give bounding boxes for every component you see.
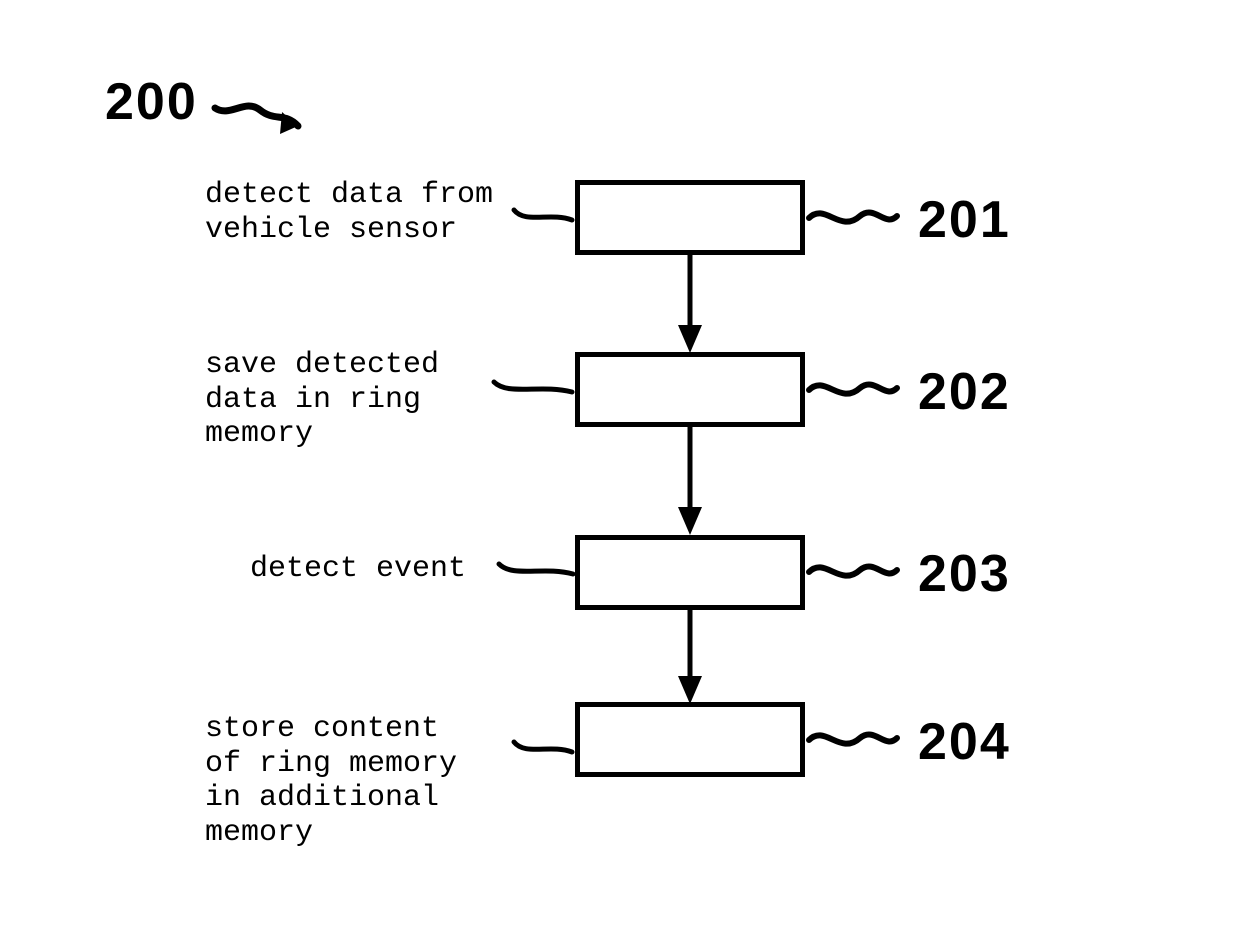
leader-squiggle-icon: [805, 198, 900, 238]
leader-line-icon: [510, 206, 575, 230]
diagram-title-ref: 200: [105, 72, 198, 132]
leader-squiggle-icon: [805, 370, 900, 410]
step-3-desc: detect event: [250, 552, 510, 587]
step-1-ref: 201: [918, 190, 1011, 250]
step-1-box: [575, 180, 805, 255]
arrow-down-icon: [670, 610, 710, 705]
step-2-ref: 202: [918, 362, 1011, 422]
step-1-desc: detect data from vehicle sensor: [205, 178, 515, 247]
step-2-desc: save detected data in ring memory: [205, 348, 515, 452]
title-arrow-icon: [210, 90, 315, 145]
leader-squiggle-icon: [805, 552, 900, 592]
arrow-down-icon: [670, 255, 710, 355]
flowchart-diagram: 200 detect data from vehicle sensor 201 …: [0, 0, 1240, 944]
leader-line-icon: [490, 378, 575, 402]
arrow-down-icon: [670, 427, 710, 537]
step-2-box: [575, 352, 805, 427]
step-3-box: [575, 535, 805, 610]
step-4-desc: store content of ring memory in addition…: [205, 712, 515, 850]
step-3-ref: 203: [918, 544, 1011, 604]
step-4-box: [575, 702, 805, 777]
leader-squiggle-icon: [805, 720, 900, 760]
leader-line-icon: [510, 738, 575, 762]
leader-line-icon: [495, 560, 575, 584]
step-4-ref: 204: [918, 712, 1011, 772]
